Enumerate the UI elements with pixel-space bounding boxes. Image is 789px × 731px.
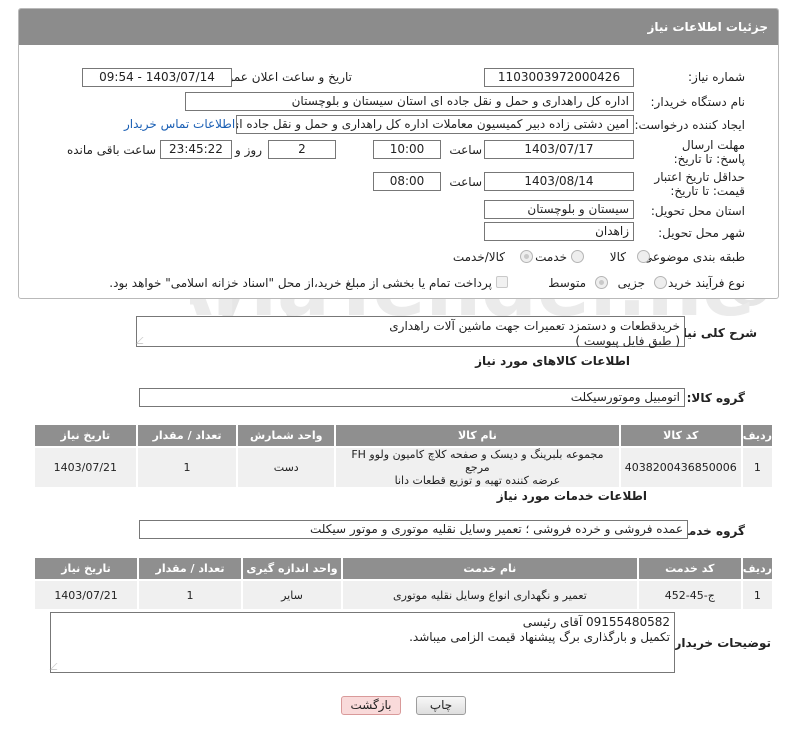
reply-deadline-label: مهلت ارسال پاسخ: تا تاریخ: bbox=[673, 138, 745, 166]
cell-service-code: ج-45-452 bbox=[636, 579, 743, 611]
goods-name-line1: مجموعه بلبرینگ و دیسک و صفحه کلاچ کامیون… bbox=[351, 448, 604, 474]
cell-row: 1 bbox=[740, 446, 775, 489]
col-service-name: نام خدمت bbox=[340, 556, 639, 581]
general-desc-line1: خریدقطعات و دستمزد تعمیرات جهت ماشین آلا… bbox=[389, 319, 680, 333]
col-need-date: تاریخ نیاز bbox=[33, 423, 138, 448]
cell-need-date: 1403/07/21 bbox=[33, 446, 138, 489]
subject-radio-goods[interactable] bbox=[637, 250, 650, 263]
cell-goods-code: 4038200436850006 bbox=[618, 446, 743, 489]
services-table-header: ردیف کد خدمت نام خدمت واحد اندازه گیری ت… bbox=[32, 556, 775, 581]
services-table: ردیف کد خدمت نام خدمت واحد اندازه گیری ت… bbox=[32, 556, 775, 611]
cell-measure-unit: سایر bbox=[240, 579, 343, 611]
process-option-partial: جزیی bbox=[617, 276, 645, 290]
goods-table: ردیف کد کالا نام کالا واحد شمارش تعداد /… bbox=[33, 423, 775, 489]
need-number-field: 1103003972000426 bbox=[484, 68, 634, 87]
table-row: 1 4038200436850006 مجموعه بلبرینگ و دیسک… bbox=[33, 446, 775, 489]
buyer-org-field: اداره کل راهداری و حمل و نقل جاده ای است… bbox=[185, 92, 634, 111]
subject-radio-goods-service[interactable] bbox=[520, 250, 533, 263]
process-radio-medium[interactable] bbox=[595, 276, 608, 289]
col-qty: تعداد / مقدار bbox=[135, 423, 239, 448]
subject-class-label: طبقه بندی موضوعی: bbox=[638, 250, 745, 264]
cell-service-name: تعمیر و نگهداری انواع وسایل نقلیه موتوری bbox=[340, 579, 639, 611]
goods-group-field: اتومبیل وموتورسیکلت bbox=[139, 388, 685, 407]
subject-option-service: خدمت bbox=[535, 250, 567, 264]
col-service-code: کد خدمت bbox=[636, 556, 743, 581]
delivery-city-field: زاهدان bbox=[484, 222, 634, 241]
goods-name-line2: عرضه کننده تهیه و توزیع قطعات دانا bbox=[394, 474, 561, 487]
process-type-label: نوع فرآیند خرید : bbox=[660, 276, 745, 290]
buyer-notes-box: 09155480582 آقای رئیسی تکمیل و بارگذاری … bbox=[49, 612, 675, 673]
col-measure-unit: واحد اندازه گیری bbox=[240, 556, 343, 581]
cell-need-date: 1403/07/21 bbox=[32, 579, 140, 611]
treasury-checkbox[interactable] bbox=[496, 276, 508, 288]
goods-table-header: ردیف کد کالا نام کالا واحد شمارش تعداد /… bbox=[33, 423, 775, 448]
panel-title: جزئیات اطلاعات نیاز bbox=[19, 9, 778, 45]
price-validity-time: 08:00 bbox=[373, 172, 441, 191]
col-unit: واحد شمارش bbox=[236, 423, 336, 448]
buyer-contact-link[interactable]: اطلاعات تماس خریدار bbox=[124, 117, 235, 131]
back-button[interactable]: بازگشت bbox=[341, 696, 401, 715]
delivery-province-field: سیستان و بلوچستان bbox=[484, 200, 634, 219]
col-goods-name: نام کالا bbox=[334, 423, 621, 448]
delivery-city-label: شهر محل تحویل: bbox=[658, 226, 745, 240]
price-validity-date: 1403/08/14 bbox=[484, 172, 634, 191]
need-number-label: شماره نیاز: bbox=[688, 70, 745, 84]
process-radio-partial[interactable] bbox=[654, 276, 667, 289]
cell-qty: 1 bbox=[137, 579, 243, 611]
cell-unit: دست bbox=[236, 446, 336, 489]
cell-row: 1 bbox=[740, 579, 775, 611]
reply-time-label: ساعت bbox=[449, 143, 482, 157]
buyer-notes-line1: 09155480582 آقای رئیسی bbox=[522, 615, 670, 629]
col-row: ردیف bbox=[740, 423, 775, 448]
general-desc-box: خریدقطعات و دستمزد تعمیرات جهت ماشین آلا… bbox=[135, 316, 685, 348]
requester-field: امین دشتی زاده دبیر کمیسیون معاملات ادار… bbox=[236, 115, 634, 134]
process-option-medium: متوسط bbox=[548, 276, 586, 290]
col-qty: تعداد / مقدار bbox=[137, 556, 243, 581]
goods-group-label: گروه کالا: bbox=[686, 391, 745, 405]
subject-radio-service[interactable] bbox=[571, 250, 584, 263]
price-time-label: ساعت bbox=[449, 175, 482, 189]
announce-datetime-field: 1403/07/14 - 09:54 bbox=[82, 68, 232, 87]
subject-option-goods: کالا bbox=[609, 250, 626, 264]
reply-remaining-field: 23:45:22 bbox=[160, 140, 232, 159]
print-button[interactable]: چاپ bbox=[416, 696, 466, 715]
service-group-field: عمده فروشی و خرده فروشی ؛ تعمیر وسایل نق… bbox=[139, 520, 688, 539]
col-need-date: تاریخ نیاز bbox=[32, 556, 140, 581]
reply-remaining-label: ساعت باقی مانده bbox=[66, 143, 156, 157]
general-desc-line2: ( طبق فایل پیوست ) bbox=[575, 334, 680, 348]
treasury-note: پرداخت تمام یا بخشی از مبلغ خرید،از محل … bbox=[109, 276, 492, 290]
col-row: ردیف bbox=[740, 556, 775, 581]
cell-goods-name: مجموعه بلبرینگ و دیسک و صفحه کلاچ کامیون… bbox=[334, 446, 621, 489]
subject-option-goods-service: کالا/خدمت bbox=[452, 250, 505, 264]
col-goods-code: کد کالا bbox=[618, 423, 743, 448]
reply-days-label: روز و bbox=[235, 143, 262, 157]
reply-deadline-time: 10:00 bbox=[373, 140, 441, 159]
services-section-title: اطلاعات خدمات مورد نیاز bbox=[496, 489, 647, 503]
reply-days-field: 2 bbox=[268, 140, 336, 159]
cell-qty: 1 bbox=[135, 446, 239, 489]
reply-deadline-date: 1403/07/17 bbox=[484, 140, 634, 159]
buyer-notes-line2: تکمیل و بارگذاری برگ پیشنهاد قیمت الزامی… bbox=[409, 630, 670, 644]
goods-section-title: اطلاعات کالاهای مورد نیاز bbox=[475, 354, 630, 368]
requester-label: ایجاد کننده درخواست: bbox=[634, 118, 745, 132]
delivery-province-label: استان محل تحویل: bbox=[650, 204, 745, 218]
price-validity-label: حداقل تاریخ اعتبار قیمت: تا تاریخ: bbox=[654, 170, 745, 198]
table-row: 1 ج-45-452 تعمیر و نگهداری انواع وسایل ن… bbox=[32, 579, 775, 611]
buyer-org-label: نام دستگاه خریدار: bbox=[650, 95, 746, 109]
buyer-notes-label: توضیحات خریدار: bbox=[669, 636, 771, 650]
